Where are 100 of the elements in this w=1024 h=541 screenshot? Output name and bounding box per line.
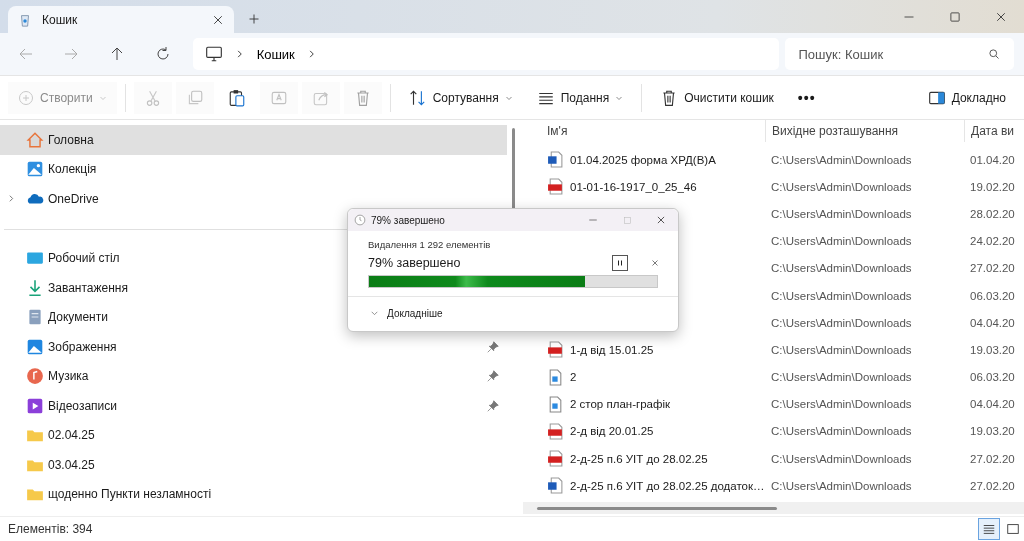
file-name: 2-д-25 п.6 УІТ до 28.02.25 додаток… xyxy=(570,479,765,492)
gallery-icon xyxy=(26,160,44,179)
home-icon xyxy=(26,130,44,149)
music-icon xyxy=(26,367,44,386)
file-location: C:\Users\Admin\Downloads xyxy=(771,398,912,411)
maximize-icon xyxy=(622,215,632,225)
file-location: C:\Users\Admin\Downloads xyxy=(771,316,912,329)
file-date: 19.03.20 xyxy=(970,425,1015,438)
breadcrumb[interactable]: Кошик xyxy=(256,46,295,62)
clipboard-icon xyxy=(227,88,246,107)
file-name: 01.04.2025 форма ХРД(В)А xyxy=(570,153,716,166)
view-button[interactable]: Подання xyxy=(526,81,634,114)
file-location: C:\Users\Admin\Downloads xyxy=(771,479,912,492)
file-date: 06.03.20 xyxy=(970,289,1015,302)
plus-circle-icon xyxy=(18,89,34,106)
file-location: C:\Users\Admin\Downloads xyxy=(771,343,912,356)
file-name: 1-д від 15.01.25 xyxy=(570,343,654,356)
pause-icon xyxy=(616,259,624,267)
close-icon xyxy=(995,10,1007,23)
pictures-icon xyxy=(26,337,44,356)
file-location: C:\Users\Admin\Downloads xyxy=(771,452,912,465)
file-name: 01-01-16-1917_0_25_46 xyxy=(570,180,697,193)
download-icon xyxy=(26,278,44,297)
item-count: Елементів: 394 xyxy=(8,522,93,536)
refresh-icon xyxy=(154,46,171,62)
column-header[interactable]: Дата ви xyxy=(964,120,1024,142)
address-bar[interactable]: Кошик xyxy=(192,38,779,70)
file-date: 27.02.20 xyxy=(970,262,1015,275)
close-icon xyxy=(656,215,666,225)
sidebar-item[interactable]: Зображення xyxy=(0,332,508,362)
sidebar-item[interactable]: Музика xyxy=(0,361,508,391)
maximize-icon xyxy=(949,10,961,23)
pin-icon xyxy=(487,399,500,412)
close-icon xyxy=(651,259,659,267)
sidebar-item[interactable]: Відеозаписи xyxy=(0,391,508,421)
list-view-icon xyxy=(982,522,996,536)
tab-title: Кошик xyxy=(42,12,79,27)
file-date: 04.04.20 xyxy=(970,398,1015,411)
file-date: 04.04.20 xyxy=(970,316,1015,329)
file-date: 27.02.20 xyxy=(970,452,1015,465)
close-icon xyxy=(212,13,224,26)
file-location: C:\Users\Admin\Downloads xyxy=(771,180,912,193)
pause-button[interactable] xyxy=(612,255,628,271)
plus-icon xyxy=(248,13,260,25)
word-document-icon xyxy=(547,477,564,495)
recycle-bin-icon xyxy=(18,12,32,27)
file-date: 27.02.20 xyxy=(970,479,1015,492)
file-date: 01.04.20 xyxy=(970,153,1015,166)
file-name: 2 xyxy=(570,371,577,384)
file-location: C:\Users\Admin\Downloads xyxy=(771,235,912,248)
file-location: C:\Users\Admin\Downloads xyxy=(771,262,912,275)
sidebar-item[interactable]: щоденно Пункти незламності xyxy=(0,479,508,509)
clock-icon xyxy=(354,214,366,226)
sort-icon xyxy=(408,88,427,107)
pdf-icon xyxy=(547,341,564,359)
monitor-icon xyxy=(204,45,223,63)
sidebar-item[interactable]: OneDrive xyxy=(0,184,508,214)
video-icon xyxy=(26,396,44,415)
more-button[interactable]: ••• xyxy=(787,81,826,114)
file-location: C:\Users\Admin\Downloads xyxy=(771,207,912,220)
pdf-icon xyxy=(547,178,564,196)
close-tab-button[interactable] xyxy=(212,13,224,26)
image-file-icon xyxy=(547,368,564,386)
pdf-icon xyxy=(547,450,564,468)
file-date: 28.02.20 xyxy=(970,207,1015,220)
image-file-icon xyxy=(547,395,564,413)
operation-text: Видалення 1 292 елементів xyxy=(368,239,492,250)
file-date: 19.02.20 xyxy=(970,180,1015,193)
progress-status: 79% завершено xyxy=(368,256,461,270)
details-pane-button[interactable]: Докладно xyxy=(917,81,1016,114)
column-header[interactable]: Вихідне розташування xyxy=(765,120,964,142)
scrollbar-thumb[interactable] xyxy=(537,507,777,510)
documents-icon xyxy=(26,308,44,327)
column-header[interactable]: Ім'я xyxy=(539,124,765,138)
browser-tab[interactable]: Кошик xyxy=(8,6,234,33)
pin-icon xyxy=(487,340,500,353)
sidebar-item[interactable]: 03.04.25 xyxy=(0,450,508,480)
file-location: C:\Users\Admin\Downloads xyxy=(771,153,912,166)
file-name: 2 стор план-графік xyxy=(570,398,670,411)
search-icon xyxy=(988,48,1000,60)
pin-icon xyxy=(487,370,500,383)
details-view-button[interactable] xyxy=(978,518,1000,540)
sidebar-item[interactable]: Колекція xyxy=(0,154,508,184)
back-arrow-icon xyxy=(17,46,34,62)
file-location: C:\Users\Admin\Downloads xyxy=(771,371,912,384)
tiles-view-icon xyxy=(1006,522,1020,536)
sidebar-item[interactable]: 02.04.25 xyxy=(0,420,508,450)
sidebar-item[interactable]: Головна xyxy=(0,125,508,155)
word-document-icon xyxy=(547,151,564,169)
pdf-icon xyxy=(547,422,564,440)
forward-arrow-icon xyxy=(63,46,80,62)
file-location: C:\Users\Admin\Downloads xyxy=(771,425,912,438)
dialog-title: 79% завершено xyxy=(371,214,445,226)
file-name: 2-д від 20.01.25 xyxy=(570,425,654,438)
file-date: 24.02.20 xyxy=(970,235,1015,248)
search-field[interactable]: Пошук: Кошик xyxy=(784,38,1014,70)
expand-chevron-icon xyxy=(7,194,16,204)
sort-button[interactable]: Сортування xyxy=(398,81,523,114)
file-date: 06.03.20 xyxy=(970,371,1015,384)
empty-bin-button[interactable]: Очистити кошик xyxy=(650,81,784,114)
